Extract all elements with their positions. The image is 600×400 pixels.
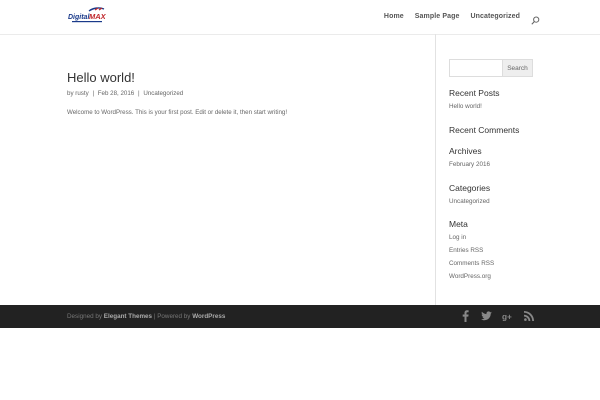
sidebar-search: Search <box>449 59 539 77</box>
post-author-link[interactable]: rusty <box>75 90 88 97</box>
meta-login-link[interactable]: Log in <box>449 232 539 245</box>
nav-home[interactable]: Home <box>384 13 404 20</box>
meta-comments-rss-link[interactable]: Comments RSS <box>449 258 539 271</box>
meta-separator: | <box>92 90 95 97</box>
meta-entries-rss-link[interactable]: Entries RSS <box>449 245 539 258</box>
social-links: g+ <box>460 310 534 322</box>
footer-wordpress-link[interactable]: WordPress <box>192 313 225 320</box>
footer-powered-by: | Powered by <box>153 313 191 320</box>
sidebar-divider <box>435 34 436 305</box>
search-input[interactable] <box>449 59 503 77</box>
post-date: Feb 28, 2016 <box>97 90 135 97</box>
svg-text:Digital: Digital <box>68 14 90 21</box>
meta-by: by <box>67 90 74 97</box>
widget-meta: Meta Log in Entries RSS Comments RSS Wor… <box>449 219 539 283</box>
footer-elegant-themes-link[interactable]: Elegant Themes <box>104 313 152 320</box>
widget-title: Recent Comments <box>449 124 520 135</box>
search-icon[interactable] <box>531 12 540 25</box>
widget-recent-posts: Recent Posts Hello world! <box>449 88 539 114</box>
rss-icon[interactable] <box>523 310 534 322</box>
post-meta: by rusty | Feb 28, 2016 | Uncategorized <box>67 90 417 97</box>
svg-text:MAX: MAX <box>89 12 107 21</box>
main-nav: Home Sample Page Uncategorized <box>384 12 540 25</box>
site-logo[interactable]: Digital MAX <box>67 7 107 26</box>
nav-sample-page[interactable]: Sample Page <box>415 13 460 20</box>
svg-text:g+: g+ <box>502 313 512 321</box>
facebook-icon[interactable] <box>460 310 471 322</box>
sidebar: Search Recent Posts Hello world! Recent … <box>449 59 539 284</box>
post-article: Hello world! by rusty | Feb 28, 2016 | U… <box>67 70 417 116</box>
post-excerpt: Welcome to WordPress. This is your first… <box>67 109 288 116</box>
footer-credits: Designed by Elegant Themes | Powered by … <box>67 313 225 320</box>
main-area: Hello world! by rusty | Feb 28, 2016 | U… <box>0 34 600 305</box>
widget-categories: Categories Uncategorized <box>449 183 539 209</box>
post-title[interactable]: Hello world! <box>67 70 417 85</box>
site-footer: Designed by Elegant Themes | Powered by … <box>0 305 600 328</box>
widget-recent-comments: Recent Comments <box>449 125 539 135</box>
site-header: Digital MAX Home Sample Page Uncategoriz… <box>0 0 600 34</box>
widget-archives: Archives February 2016 <box>449 146 539 172</box>
twitter-icon[interactable] <box>481 310 492 322</box>
recent-post-link[interactable]: Hello world! <box>449 101 539 114</box>
post-category-link[interactable]: Uncategorized <box>143 90 183 97</box>
meta-wordpress-org-link[interactable]: WordPress.org <box>449 271 539 284</box>
category-link[interactable]: Uncategorized <box>449 196 539 209</box>
search-button[interactable]: Search <box>503 59 533 77</box>
archive-link[interactable]: February 2016 <box>449 159 539 172</box>
widget-title: Recent Posts <box>449 88 500 98</box>
widget-title: Categories <box>449 182 491 193</box>
widget-title: Archives <box>449 145 482 156</box>
meta-separator: | <box>137 90 140 97</box>
google-plus-icon[interactable]: g+ <box>502 310 513 322</box>
widget-title: Meta <box>449 219 468 230</box>
nav-uncategorized[interactable]: Uncategorized <box>470 13 520 20</box>
footer-designed-by: Designed by <box>67 313 103 320</box>
